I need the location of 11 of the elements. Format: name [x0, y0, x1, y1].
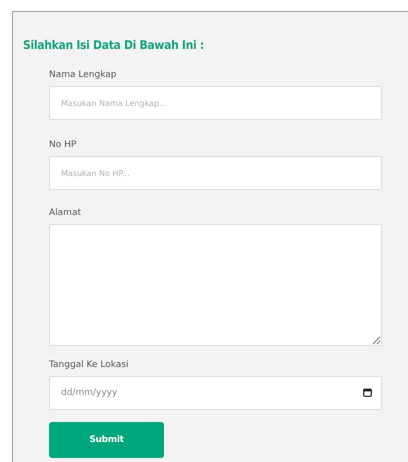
text-field[interactable]: Masukan Nama Lengkap...	[49, 86, 382, 120]
field-label: No HP	[49, 140, 76, 150]
form-title: Silahkan Isi Data Di Bawah Ini :	[23, 38, 204, 52]
text-field[interactable]: Masukan No HP...	[49, 156, 382, 190]
field-label: Alamat	[49, 208, 81, 218]
date-field[interactable]: dd/mm/yyyy	[49, 376, 382, 410]
submit-button[interactable]: Submit	[49, 422, 164, 458]
field-label: Nama Lengkap	[49, 70, 116, 80]
field-label: Tanggal Ke Lokasi	[49, 360, 129, 370]
calendar-icon[interactable]	[363, 388, 372, 397]
textarea-field[interactable]	[49, 224, 382, 346]
